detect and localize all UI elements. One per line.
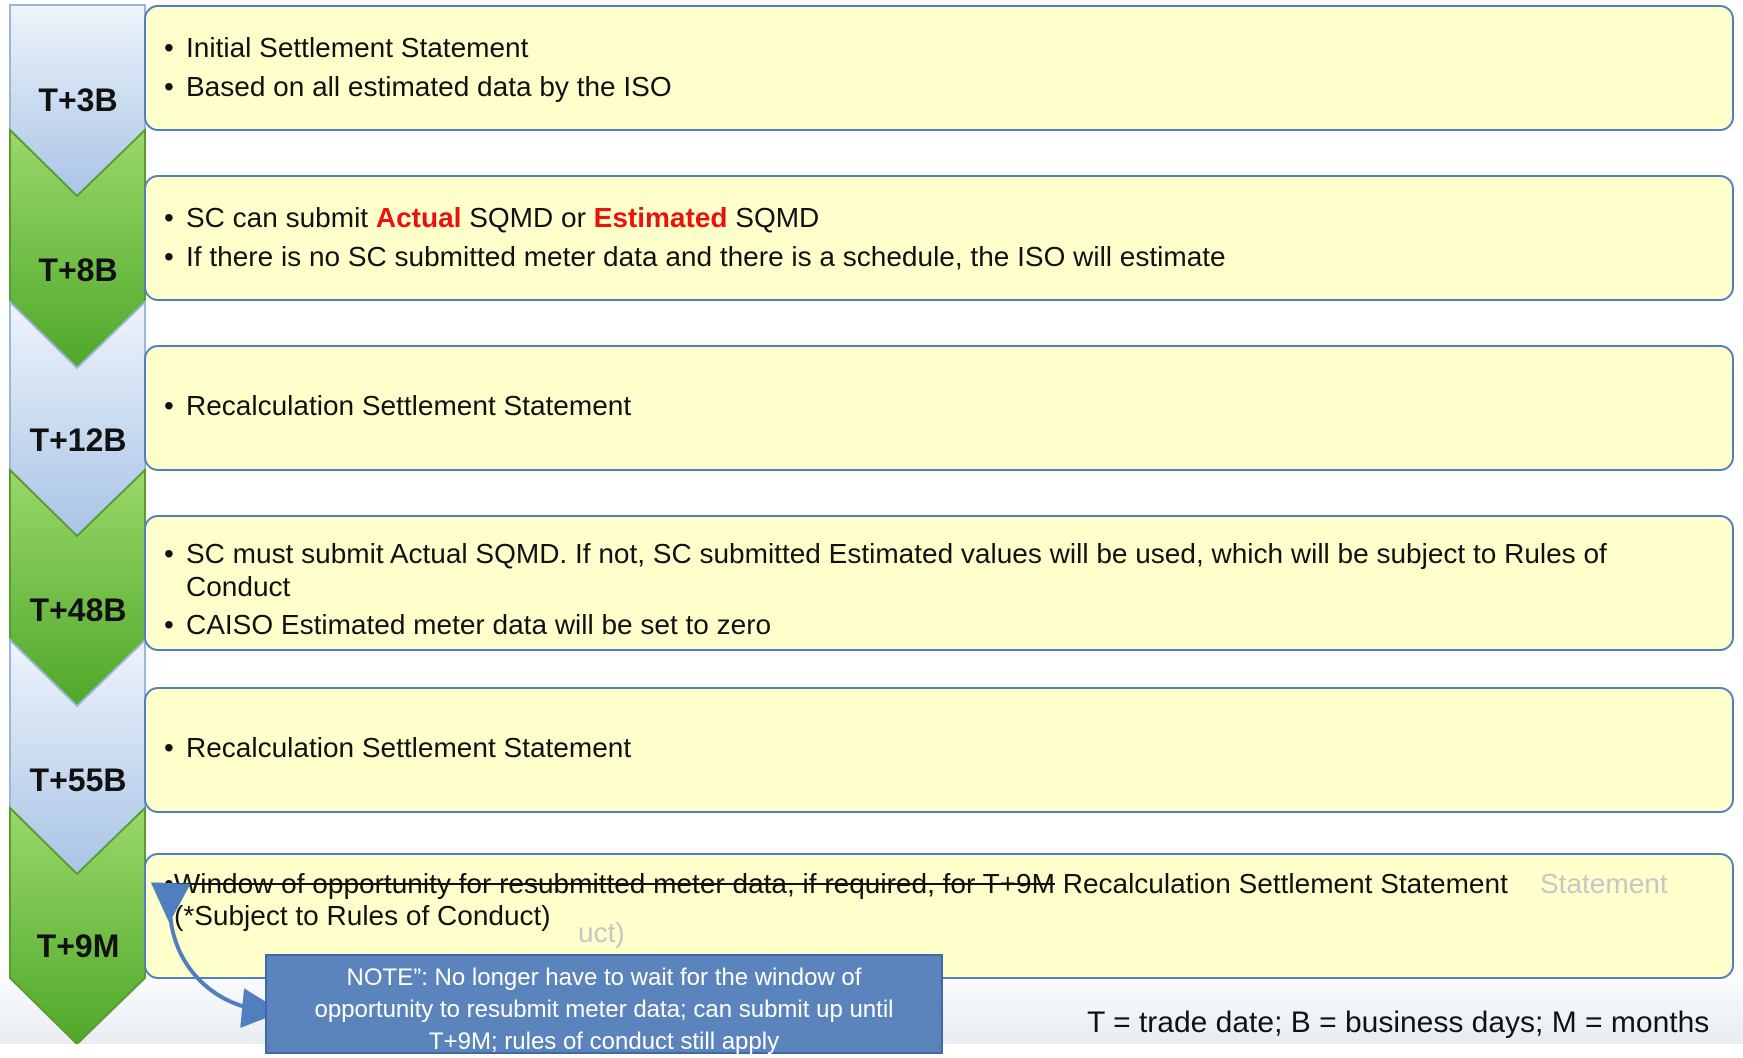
row-box-t55b: Recalculation Settlement Statement xyxy=(144,687,1734,813)
note-callout: NOTE”: No longer have to wait for the wi… xyxy=(265,954,943,1055)
struck-window-text: Window of opportunity for resubmitted me… xyxy=(173,868,1055,899)
bullet-estimated-data: Based on all estimated data by the ISO xyxy=(164,70,1692,104)
bullet-caiso-zero: CAISO Estimated meter data will be set t… xyxy=(164,608,1692,642)
row-box-t12b: Recalculation Settlement Statement xyxy=(144,345,1734,471)
struck-window-line: •Window of opportunity for resubmitted m… xyxy=(164,868,1508,899)
bullet-initial-statement: Initial Settlement Statement xyxy=(164,31,1692,65)
row-box-t3b: Initial Settlement Statement Based on al… xyxy=(144,5,1734,131)
recalc-line-end: Recalculation Settlement Statement xyxy=(1054,868,1508,899)
note-arrow-icon xyxy=(150,882,282,1028)
ghost-subject: uct) xyxy=(578,917,625,948)
text-sqmd-or: SQMD or xyxy=(461,202,594,233)
bullet-recalc-statement-1: Recalculation Settlement Statement xyxy=(164,389,1692,423)
bullet-sc-can-submit: SC can submit Actual SQMD or Estimated S… xyxy=(164,201,1692,235)
bullet-must-submit-actual: SC must submit Actual SQMD. If not, SC s… xyxy=(164,537,1692,603)
text-actual: Actual xyxy=(375,202,462,233)
ghost-end: Statement xyxy=(1540,868,1668,899)
bullet-iso-will-estimate: If there is no SC submitted meter data a… xyxy=(164,240,1692,274)
bullet-recalc-statement-2: Recalculation Settlement Statement xyxy=(164,731,1692,765)
row-box-t8b: SC can submit Actual SQMD or Estimated S… xyxy=(144,175,1734,301)
legend-text: T = trade date; B = business days; M = m… xyxy=(1087,1006,1710,1039)
text-estimated: Estimated xyxy=(593,202,728,233)
text-sqmd: SQMD xyxy=(727,202,820,233)
row-box-t48b: SC must submit Actual SQMD. If not, SC s… xyxy=(144,515,1734,651)
